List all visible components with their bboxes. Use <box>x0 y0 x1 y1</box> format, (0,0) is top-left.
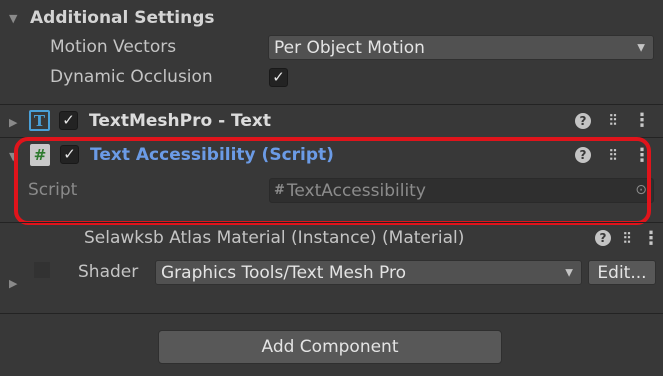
dropdown-arrow-icon: ▼ <box>565 267 573 278</box>
shader-dropdown[interactable]: Graphics Tools/Text Mesh Pro ▼ <box>155 260 582 285</box>
textmeshpro-icon: T <box>29 110 50 131</box>
dropdown-arrow-icon: ▼ <box>637 42 645 53</box>
more-menu-icon[interactable]: ⋮ <box>633 110 651 131</box>
additional-settings-title: Additional Settings <box>30 8 215 28</box>
material-title: Selawksb Atlas Material (Instance) (Mate… <box>84 228 465 248</box>
foldout-arrow-icon[interactable]: ▶ <box>9 116 17 129</box>
help-icon[interactable]: ? <box>575 113 591 129</box>
highlight-annotation <box>14 137 651 225</box>
shader-edit-button[interactable]: Edit... <box>588 260 656 285</box>
divider <box>0 222 663 223</box>
motion-vectors-dropdown[interactable]: Per Object Motion ▼ <box>268 35 654 60</box>
presets-icon[interactable]: ⫶⫶ <box>617 228 637 248</box>
more-menu-icon[interactable]: ⋮ <box>642 228 660 249</box>
material-preview-thumbnail <box>34 262 50 278</box>
motion-vectors-value: Per Object Motion <box>274 37 425 58</box>
shader-label: Shader <box>78 262 139 282</box>
check-icon: ✓ <box>272 68 285 86</box>
dynamic-occlusion-checkbox[interactable]: ✓ <box>269 68 288 87</box>
presets-icon[interactable]: ⫶⫶ <box>603 110 623 130</box>
textmeshpro-title[interactable]: TextMeshPro - Text <box>89 111 271 131</box>
dynamic-occlusion-label: Dynamic Occlusion <box>50 67 213 87</box>
divider <box>0 104 663 105</box>
add-component-button[interactable]: Add Component <box>158 330 502 364</box>
foldout-arrow-icon[interactable]: ▶ <box>9 277 17 290</box>
foldout-arrow-icon[interactable]: ▼ <box>9 12 17 25</box>
textmeshpro-enabled-checkbox[interactable]: ✓ <box>59 111 78 130</box>
motion-vectors-label: Motion Vectors <box>50 37 177 57</box>
help-icon[interactable]: ? <box>595 230 611 246</box>
shader-value: Graphics Tools/Text Mesh Pro <box>161 262 406 283</box>
divider <box>0 313 663 314</box>
check-icon: ✓ <box>62 111 75 129</box>
